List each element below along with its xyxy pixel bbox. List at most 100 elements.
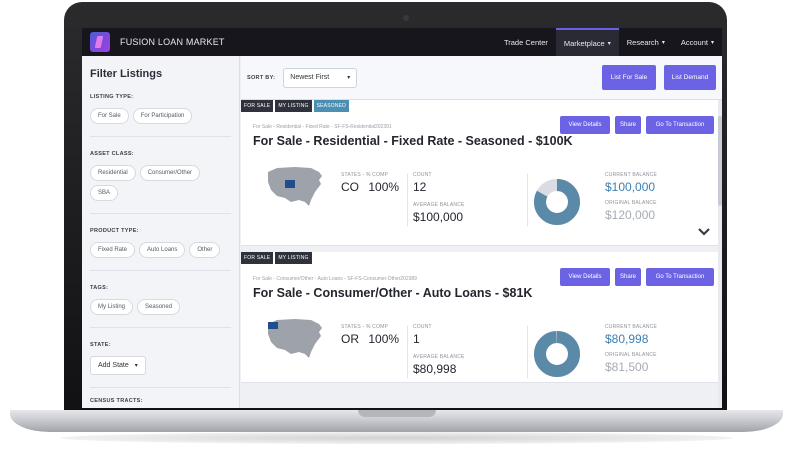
divider xyxy=(90,327,231,328)
state-code: CO xyxy=(341,180,359,194)
top-navbar: FUSION LOAN MARKET Trade Center Marketpl… xyxy=(82,28,722,56)
current-balance-value: $100,000 xyxy=(605,180,656,194)
tag-for-sale: FOR SALE xyxy=(241,252,274,264)
main-content: SORT BY: Newest First ▾ List For Sale Li… xyxy=(241,56,722,408)
nav-marketplace[interactable]: Marketplace ▾ xyxy=(555,28,619,56)
chevron-down-icon: ▾ xyxy=(134,363,138,369)
filter-pill-fixed-rate[interactable]: Fixed Rate xyxy=(90,242,136,258)
state-percent: 100% xyxy=(368,332,400,346)
laptop-shadow xyxy=(60,432,733,444)
average-balance-value: $80,998 xyxy=(413,362,457,376)
nav-trade-center[interactable]: Trade Center xyxy=(496,28,556,56)
add-state-select[interactable]: Add State ▾ xyxy=(90,356,146,375)
brand-logo-icon[interactable] xyxy=(90,32,110,52)
view-details-button[interactable]: View Details xyxy=(560,116,610,134)
states-block: STATES - % COMP OR 100% xyxy=(341,324,399,346)
share-button[interactable]: Share xyxy=(615,116,641,134)
share-button[interactable]: Share xyxy=(615,268,641,286)
filter-pill-sba[interactable]: SBA xyxy=(90,185,119,201)
divider xyxy=(90,387,231,388)
census-tracts-label: CENSUS TRACTS: xyxy=(90,398,143,404)
sort-select[interactable]: Newest First ▾ xyxy=(283,67,358,88)
state-section: STATE: Add State ▾ xyxy=(90,342,231,375)
listing-toolbar: SORT BY: Newest First ▾ List For Sale Li… xyxy=(241,56,722,100)
filter-pill-my-listing[interactable]: My Listing xyxy=(90,299,134,315)
tag-seasoned: SEASONED xyxy=(313,100,349,112)
list-demand-button[interactable]: List Demand xyxy=(664,65,716,90)
highlighted-state xyxy=(268,322,278,329)
laptop-notch xyxy=(358,410,436,417)
balance-block: CURRENT BALANCE $80,998 ORIGINAL BALANCE… xyxy=(605,324,657,374)
view-details-button[interactable]: View Details xyxy=(560,268,610,286)
count-value: 12 xyxy=(413,180,427,194)
count-block: COUNT 12 AVERAGE BALANCE $100,000 xyxy=(413,172,465,224)
chevron-down-icon: ▾ xyxy=(710,39,714,46)
listing-subtitle: For Sale - Consumer/Other - Auto Loans -… xyxy=(253,276,417,282)
product-type-section: PRODUCT TYPE: Fixed Rate Auto Loans Othe… xyxy=(90,228,231,258)
nav-account[interactable]: Account ▾ xyxy=(673,28,722,56)
current-balance-value: $80,998 xyxy=(605,332,649,346)
nav-trade-center-label: Trade Center xyxy=(503,37,548,47)
original-balance-label: ORIGINAL BALANCE xyxy=(605,352,657,358)
asset-class-label: ASSET CLASS: xyxy=(90,151,134,157)
listing-card[interactable]: FOR SALE MY LISTING SEASONED View Detail… xyxy=(241,100,722,246)
filter-sidebar: Filter Listings LISTING TYPE: For Sale F… xyxy=(82,56,240,408)
nav-research[interactable]: Research ▾ xyxy=(619,28,673,56)
filter-pill-consumer-other[interactable]: Consumer/Other xyxy=(139,165,201,181)
tags-section: TAGS: My Listing Seasoned xyxy=(90,285,231,315)
filter-pill-other[interactable]: Other xyxy=(189,242,221,258)
camera-icon xyxy=(403,15,409,21)
count-label: COUNT xyxy=(413,324,432,330)
count-label: COUNT xyxy=(413,172,432,178)
divider xyxy=(90,270,231,271)
list-for-sale-button[interactable]: List For Sale xyxy=(602,65,656,90)
listing-actions: View Details Share Go To Transaction xyxy=(560,116,714,134)
average-balance-label: AVERAGE BALANCE xyxy=(413,354,465,360)
expand-chevron-icon[interactable] xyxy=(698,227,710,237)
tag-my-listing: MY LISTING xyxy=(275,100,312,112)
brand-name[interactable]: FUSION LOAN MARKET xyxy=(120,37,225,47)
current-balance-label: CURRENT BALANCE xyxy=(605,324,658,330)
state-percent: 100% xyxy=(368,180,400,194)
listing-title[interactable]: For Sale - Residential - Fixed Rate - Se… xyxy=(253,134,573,148)
sort-select-value: Newest First xyxy=(290,74,330,81)
average-balance-label: AVERAGE BALANCE xyxy=(413,202,465,208)
filter-pill-for-sale[interactable]: For Sale xyxy=(90,108,129,124)
tag-my-listing: MY LISTING xyxy=(275,252,312,264)
average-balance-value: $100,000 xyxy=(413,210,464,224)
filter-pill-residential[interactable]: Residential xyxy=(90,165,136,181)
go-to-transaction-button[interactable]: Go To Transaction xyxy=(646,116,714,134)
divider xyxy=(90,136,231,137)
states-label: STATES - % COMP xyxy=(341,324,388,330)
filter-title: Filter Listings xyxy=(90,68,163,80)
go-to-transaction-button[interactable]: Go To Transaction xyxy=(646,268,714,286)
current-balance-label: CURRENT BALANCE xyxy=(605,172,658,178)
states-block: STATES - % COMP CO 100% xyxy=(341,172,399,194)
laptop-mockup: FUSION LOAN MARKET Trade Center Marketpl… xyxy=(0,0,793,459)
listing-tags: FOR SALE MY LISTING xyxy=(241,252,312,264)
balance-block: CURRENT BALANCE $100,000 ORIGINAL BALANC… xyxy=(605,172,657,222)
filter-pill-seasoned[interactable]: Seasoned xyxy=(137,299,181,315)
add-state-value: Add State xyxy=(98,362,129,369)
us-map-icon xyxy=(268,167,322,206)
original-balance-value: $81,500 xyxy=(605,360,649,374)
filter-pill-for-participation[interactable]: For Participation xyxy=(132,108,193,124)
listing-subtitle: For Sale - Residential - Fixed Rate - SF… xyxy=(253,124,392,130)
balance-donut-chart xyxy=(534,331,580,377)
asset-class-section: ASSET CLASS: Residential Consumer/Other … xyxy=(90,151,231,201)
listing-card[interactable]: FOR SALE MY LISTING View Details Share G… xyxy=(241,252,722,383)
state-comp: OR 100% xyxy=(341,332,399,346)
filter-pill-auto-loans[interactable]: Auto Loans xyxy=(139,242,186,258)
balance-donut-chart xyxy=(534,179,580,225)
divider xyxy=(527,326,528,378)
state-code: OR xyxy=(341,332,359,346)
divider xyxy=(90,213,231,214)
count-value: 1 xyxy=(413,332,420,346)
original-balance-value: $120,000 xyxy=(605,208,656,222)
state-label: STATE: xyxy=(90,342,111,348)
scrollbar-thumb[interactable] xyxy=(718,116,722,206)
nav-research-label: Research xyxy=(626,37,659,47)
count-block: COUNT 1 AVERAGE BALANCE $80,998 xyxy=(413,324,465,376)
listing-title[interactable]: For Sale - Consumer/Other - Auto Loans -… xyxy=(253,286,532,300)
divider xyxy=(407,174,408,226)
